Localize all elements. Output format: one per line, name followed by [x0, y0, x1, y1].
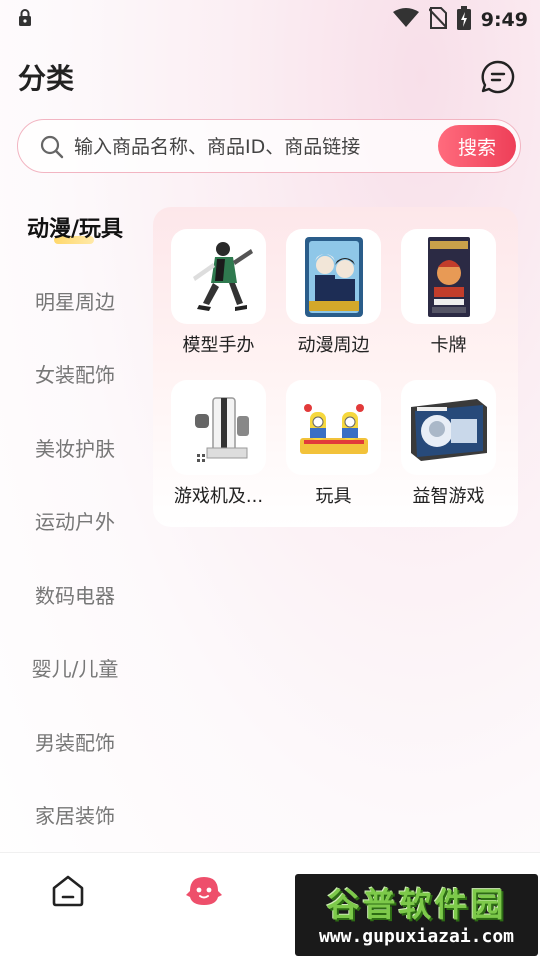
- subcategory-anime-merch[interactable]: 动漫周边: [286, 229, 381, 360]
- home-icon: [52, 875, 84, 907]
- sidebar-item-label: 动漫/玩具: [26, 216, 124, 242]
- anime-merch-image: [286, 229, 381, 324]
- search-button[interactable]: 搜索: [438, 125, 516, 167]
- message-button[interactable]: [480, 59, 516, 95]
- sidebar-item-home-decor[interactable]: 家居装饰: [0, 778, 150, 852]
- subcategory-label: 卡牌: [430, 335, 467, 356]
- nav-home[interactable]: [50, 873, 86, 913]
- sidebar-item-electronics[interactable]: 数码电器: [0, 558, 150, 632]
- sidebar-item-anime-toys[interactable]: 动漫/玩具: [0, 190, 150, 264]
- watermark-logo: 谷普软件园 www.gupuxiazai.com: [295, 874, 538, 956]
- anime-figure-image: [171, 229, 266, 324]
- subcategory-label: 动漫周边: [297, 335, 370, 356]
- sidebar-item-womens-fashion[interactable]: 女装配饰: [0, 337, 150, 411]
- no-sim-icon: [428, 7, 448, 33]
- category-sidebar: 动漫/玩具 明星周边 女装配饰 美妆护肤 运动户外 数码电器 婴儿/儿童 男装配…: [0, 190, 150, 852]
- search-bar: 搜索: [17, 119, 521, 173]
- watermark-url: www.gupuxiazai.com: [318, 926, 515, 947]
- page-title: 分类: [18, 62, 75, 95]
- sidebar-item-label: 美妆护肤: [35, 436, 115, 461]
- sidebar-item-beauty[interactable]: 美妆护肤: [0, 411, 150, 485]
- subcategory-cards[interactable]: 卡牌: [401, 229, 496, 360]
- sidebar-item-label: 数码电器: [35, 583, 115, 608]
- subcategory-puzzle-games[interactable]: 益智游戏: [401, 380, 496, 511]
- game-console-image: [171, 380, 266, 475]
- sidebar-item-celebrity-merch[interactable]: 明星周边: [0, 264, 150, 338]
- toy-image: [286, 380, 381, 475]
- puzzle-box-image: [401, 380, 496, 475]
- status-bar: 9:49: [0, 0, 540, 36]
- status-time: 9:49: [480, 9, 528, 31]
- sidebar-item-label: 家居装饰: [35, 804, 115, 829]
- sidebar-item-sports[interactable]: 运动户外: [0, 484, 150, 558]
- search-icon: [40, 135, 64, 163]
- subcategory-label: 玩具: [315, 486, 352, 507]
- sidebar-item-mens-fashion[interactable]: 男装配饰: [0, 705, 150, 779]
- subcategory-panel: 模型手办 动漫周边 卡牌 游戏机及... 玩具 益智游戏: [153, 207, 518, 527]
- sidebar-item-kids[interactable]: 婴儿/儿童: [0, 631, 150, 705]
- subcategory-figures[interactable]: 模型手办: [171, 229, 266, 360]
- search-input[interactable]: [72, 128, 426, 166]
- subcategory-label: 游戏机及...: [173, 486, 264, 507]
- sidebar-item-label: 男装配饰: [35, 730, 115, 755]
- chat-bubble-icon: [481, 60, 515, 94]
- card-pack-image: [401, 229, 496, 324]
- sidebar-item-label: 女装配饰: [35, 363, 115, 388]
- subcategory-label: 模型手办: [182, 335, 255, 356]
- subcategory-toys[interactable]: 玩具: [286, 380, 381, 511]
- sidebar-item-label: 运动户外: [35, 510, 115, 535]
- watermark-title: 谷普软件园: [326, 885, 507, 924]
- sidebar-item-label: 明星周边: [35, 289, 115, 314]
- wifi-icon: [392, 8, 419, 32]
- nav-category[interactable]: [184, 873, 224, 913]
- category-face-icon: [186, 877, 222, 905]
- sidebar-item-label: 婴儿/儿童: [31, 657, 119, 682]
- subcategory-consoles[interactable]: 游戏机及...: [171, 380, 266, 511]
- subcategory-label: 益智游戏: [412, 486, 485, 507]
- header: 分类: [18, 55, 516, 103]
- lock-status-icon: [18, 9, 32, 31]
- battery-charging-icon: [456, 6, 471, 34]
